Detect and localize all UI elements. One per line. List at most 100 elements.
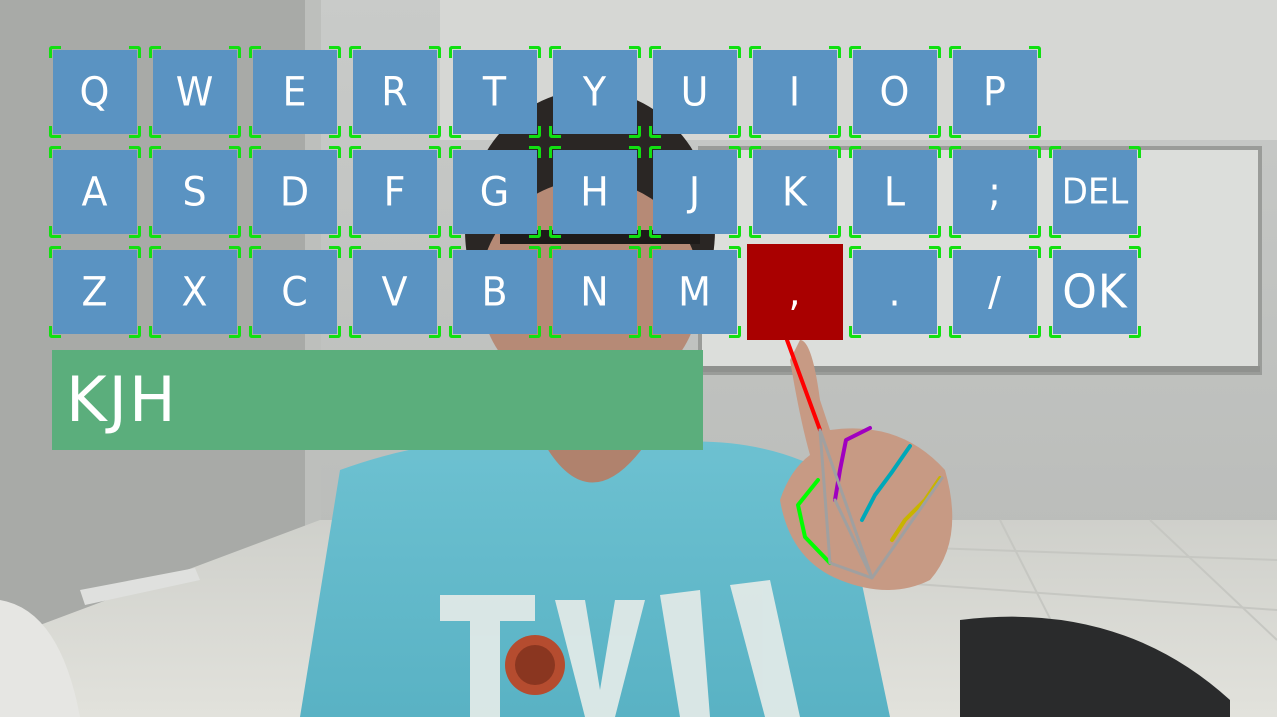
- key-j[interactable]: J: [649, 146, 741, 238]
- key-corner-mark: [449, 126, 461, 138]
- key-corner-mark: [749, 46, 761, 58]
- key-k[interactable]: K: [749, 146, 841, 238]
- key-label: .: [888, 268, 902, 316]
- key-g[interactable]: G: [449, 146, 541, 238]
- key-corner-mark: [949, 46, 961, 58]
- key-corner-mark: [1029, 226, 1041, 238]
- key-o[interactable]: O: [849, 46, 941, 138]
- key-b[interactable]: B: [449, 246, 541, 338]
- key-d[interactable]: D: [249, 146, 341, 238]
- key-label: OK: [1062, 265, 1128, 319]
- key-l[interactable]: L: [849, 146, 941, 238]
- typed-text-output: KJH: [52, 350, 703, 450]
- key-corner-mark: [729, 226, 741, 238]
- key-corner-mark: [149, 326, 161, 338]
- key-corner-mark: [629, 146, 641, 158]
- key-label: B: [481, 268, 509, 316]
- key-label: DEL: [1061, 171, 1129, 213]
- key-label: R: [381, 68, 409, 116]
- key-label: E: [282, 68, 308, 116]
- key-h[interactable]: H: [549, 146, 641, 238]
- key-corner-mark: [349, 126, 361, 138]
- key-corner-mark: [929, 326, 941, 338]
- key-corner-mark: [529, 326, 541, 338]
- key-corner-mark: [729, 126, 741, 138]
- key-corner-mark: [449, 326, 461, 338]
- key-corner-mark: [329, 126, 341, 138]
- key-corner-mark: [629, 126, 641, 138]
- key-corner-mark: [549, 126, 561, 138]
- key-label: N: [580, 268, 610, 316]
- key-corner-mark: [1029, 326, 1041, 338]
- key-corner-mark: [929, 146, 941, 158]
- key-corner-mark: [349, 226, 361, 238]
- key-corner-mark: [729, 46, 741, 58]
- key-corner-mark: [229, 226, 241, 238]
- key-z[interactable]: Z: [49, 246, 141, 338]
- key-v[interactable]: V: [349, 246, 441, 338]
- key-corner-mark: [329, 226, 341, 238]
- key-corner-mark: [829, 146, 841, 158]
- key-corner-mark: [349, 326, 361, 338]
- key-p[interactable]: P: [949, 46, 1041, 138]
- key-label: V: [381, 268, 409, 316]
- key-corner-mark: [349, 146, 361, 158]
- key-c[interactable]: C: [249, 246, 341, 338]
- key-f[interactable]: F: [349, 146, 441, 238]
- key-corner-mark: [149, 46, 161, 58]
- key-corner-mark: [829, 226, 841, 238]
- key-del[interactable]: DEL: [1049, 146, 1141, 238]
- key-corner-mark: [749, 126, 761, 138]
- key-label: L: [883, 168, 907, 216]
- key-corner-mark: [349, 246, 361, 258]
- key-n[interactable]: N: [549, 246, 641, 338]
- key-label: Q: [79, 68, 111, 116]
- key-slash[interactable]: /: [949, 246, 1041, 338]
- key-e[interactable]: E: [249, 46, 341, 138]
- key-label: D: [279, 168, 311, 216]
- key-period[interactable]: .: [849, 246, 941, 338]
- key-corner-mark: [729, 246, 741, 258]
- key-label: K: [782, 168, 808, 216]
- key-corner-mark: [649, 226, 661, 238]
- key-label: T: [482, 68, 508, 116]
- key-corner-mark: [49, 46, 61, 58]
- key-corner-mark: [429, 226, 441, 238]
- key-i[interactable]: I: [749, 46, 841, 138]
- key-corner-mark: [229, 126, 241, 138]
- key-w[interactable]: W: [149, 46, 241, 138]
- key-q[interactable]: Q: [49, 46, 141, 138]
- key-label: /: [988, 268, 1002, 316]
- key-comma[interactable]: ,: [747, 244, 843, 340]
- key-ok[interactable]: OK: [1049, 246, 1141, 338]
- key-label: M: [678, 268, 712, 316]
- key-label: ;: [988, 168, 1002, 216]
- key-u[interactable]: U: [649, 46, 741, 138]
- key-semicolon[interactable]: ;: [949, 146, 1041, 238]
- key-label: H: [580, 168, 610, 216]
- key-corner-mark: [949, 226, 961, 238]
- key-label: W: [175, 68, 215, 116]
- key-corner-mark: [929, 226, 941, 238]
- key-corner-mark: [49, 246, 61, 258]
- key-corner-mark: [249, 226, 261, 238]
- key-corner-mark: [1129, 226, 1141, 238]
- key-label: G: [479, 168, 511, 216]
- key-m[interactable]: M: [649, 246, 741, 338]
- key-label: Y: [582, 68, 608, 116]
- key-a[interactable]: A: [49, 146, 141, 238]
- key-s[interactable]: S: [149, 146, 241, 238]
- key-corner-mark: [1029, 146, 1041, 158]
- key-corner-mark: [929, 246, 941, 258]
- key-r[interactable]: R: [349, 46, 441, 138]
- key-corner-mark: [129, 126, 141, 138]
- key-corner-mark: [849, 226, 861, 238]
- key-corner-mark: [329, 46, 341, 58]
- key-corner-mark: [249, 326, 261, 338]
- key-corner-mark: [929, 126, 941, 138]
- key-x[interactable]: X: [149, 246, 241, 338]
- key-t[interactable]: T: [449, 46, 541, 138]
- key-y[interactable]: Y: [549, 46, 641, 138]
- key-corner-mark: [1049, 146, 1061, 158]
- key-corner-mark: [1129, 246, 1141, 258]
